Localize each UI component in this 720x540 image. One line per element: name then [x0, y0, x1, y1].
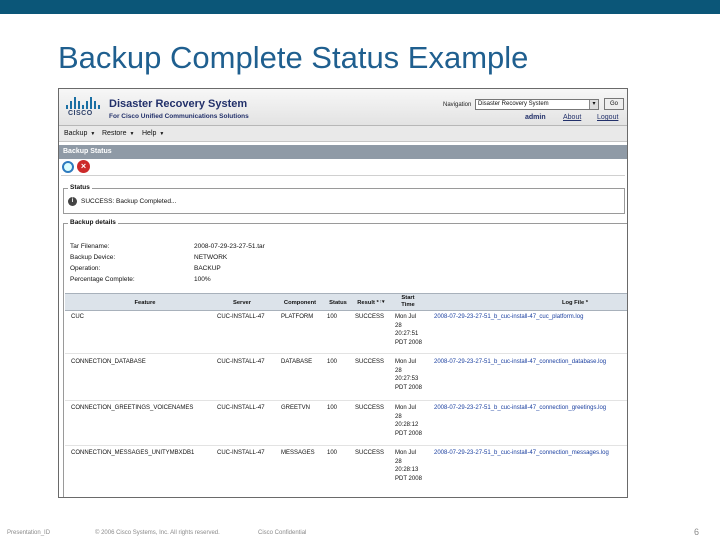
row-divider: [65, 445, 627, 446]
about-link[interactable]: About: [563, 114, 581, 121]
row-component: DATABASE: [281, 359, 313, 365]
go-button[interactable]: Go: [604, 98, 624, 110]
footer-presentation-id: Presentation_ID: [7, 530, 51, 536]
row-start-time: Mon Jul 28 20:27:53 PDT 2008: [395, 359, 422, 391]
toolbar-divider: [61, 175, 625, 176]
row-divider: [65, 400, 627, 401]
slide-title: Backup Complete Status Example: [58, 40, 529, 75]
column-server[interactable]: Server: [217, 300, 267, 306]
refresh-icon[interactable]: [62, 161, 74, 173]
row-log-file-link[interactable]: 2008-07-29-23-27-51_b_cuc-install-47_con…: [434, 405, 606, 411]
footer-copyright: © 2006 Cisco Systems, Inc. All rights re…: [95, 530, 220, 536]
page-header: Backup Status: [59, 145, 627, 159]
navigation-label: Navigation: [443, 102, 472, 108]
column-feature[interactable]: Feature: [105, 300, 185, 306]
row-result: SUCCESS: [355, 450, 385, 456]
row-result: SUCCESS: [355, 405, 385, 411]
row-log-file-link[interactable]: 2008-07-29-23-27-51_b_cuc-install-47_con…: [434, 359, 606, 365]
row-feature: CONNECTION_DATABASE: [71, 359, 146, 365]
sort-icon[interactable]: ↑▾: [377, 299, 387, 305]
tar-filename-value: 2008-07-29-23-27-51.tar: [194, 243, 265, 250]
row-divider: [65, 353, 627, 354]
backup-details-legend: Backup details: [68, 219, 118, 226]
menu-help[interactable]: Help ▼: [142, 130, 164, 137]
status-message: SUCCESS: Backup Completed...: [81, 198, 177, 205]
backup-device-label: Backup Device:: [70, 254, 116, 261]
column-status[interactable]: Status: [327, 300, 349, 306]
navigation-selected-value: Disaster Recovery System: [478, 101, 549, 107]
cisco-logo-bars: [65, 95, 101, 109]
row-start-time: Mon Jul 28 20:28:12 PDT 2008: [395, 405, 422, 437]
row-server: CUC-INSTALL-47: [217, 314, 265, 320]
status-legend: Status: [68, 184, 92, 191]
row-status: 100: [327, 450, 338, 456]
cisco-logo-text: CISCO: [68, 110, 93, 117]
app-title: Disaster Recovery System: [109, 98, 248, 110]
row-component: GREETVN: [281, 405, 311, 411]
menu-restore[interactable]: Restore ▼: [102, 130, 134, 137]
row-result: SUCCESS: [355, 359, 385, 365]
percentage-label: Percentage Complete:: [70, 276, 135, 283]
row-feature: CUC: [71, 314, 84, 320]
row-start-time: Mon Jul 28 20:27:51 PDT 2008: [395, 314, 422, 346]
row-server: CUC-INSTALL-47: [217, 405, 265, 411]
row-component: PLATFORM: [281, 314, 314, 320]
row-start-time: Mon Jul 28 20:28:13 PDT 2008: [395, 450, 422, 482]
app-screenshot: CISCO Disaster Recovery System For Cisco…: [58, 88, 628, 498]
table-header: Feature Server Component Status Result *…: [65, 293, 627, 311]
slide-top-bar: [0, 0, 720, 14]
menu-bar: Backup ▼ Restore ▼ Help ▼: [59, 126, 627, 142]
chevron-down-icon: ▼: [159, 131, 165, 137]
row-server: CUC-INSTALL-47: [217, 359, 265, 365]
operation-label: Operation:: [70, 265, 101, 272]
chevron-down-icon: ▼: [129, 131, 135, 137]
menu-backup-label: Backup: [64, 130, 88, 137]
cancel-icon[interactable]: ×: [77, 160, 90, 173]
footer-confidential: Cisco Confidential: [258, 530, 307, 536]
row-component: MESSAGES: [281, 450, 315, 456]
user-name: admin: [525, 114, 546, 121]
row-result: SUCCESS: [355, 314, 385, 320]
cisco-logo: CISCO: [65, 95, 101, 121]
menu-backup[interactable]: Backup ▼: [64, 130, 95, 137]
row-status: 100: [327, 314, 338, 320]
row-feature: CONNECTION_GREETINGS_VOICENAMES: [71, 405, 194, 411]
logout-link[interactable]: Logout: [597, 114, 618, 121]
row-log-file-link[interactable]: 2008-07-29-23-27-51_b_cuc-install-47_con…: [434, 450, 609, 456]
column-log-file[interactable]: Log File *: [545, 300, 605, 306]
navigation-select[interactable]: Disaster Recovery System ▾: [475, 99, 599, 110]
menu-help-label: Help: [142, 130, 157, 137]
tar-filename-label: Tar Filename:: [70, 243, 110, 250]
chevron-down-icon: ▼: [90, 131, 96, 137]
page-number: 6: [694, 527, 700, 537]
percentage-value: 100%: [194, 276, 211, 283]
menu-restore-label: Restore: [102, 130, 127, 137]
column-start-time[interactable]: Start Time: [395, 295, 421, 309]
info-icon: i: [68, 197, 77, 206]
row-status: 100: [327, 359, 338, 365]
row-status: 100: [327, 405, 338, 411]
app-subtitle: For Cisco Unified Communications Solutio…: [109, 113, 249, 120]
column-component[interactable]: Component: [275, 300, 325, 306]
operation-value: BACKUP: [194, 265, 221, 272]
status-fieldset: Status i SUCCESS: Backup Completed...: [63, 184, 625, 214]
row-feature: CONNECTION_MESSAGES_UNITYMBXDB1: [71, 450, 195, 456]
chevron-down-icon: ▾: [589, 100, 598, 109]
app-header: CISCO Disaster Recovery System For Cisco…: [59, 89, 627, 126]
backup-device-value: NETWORK: [194, 254, 228, 261]
row-log-file-link[interactable]: 2008-07-29-23-27-51_b_cuc-install-47_cuc…: [434, 314, 583, 320]
page-header-title: Backup Status: [63, 148, 112, 155]
row-server: CUC-INSTALL-47: [217, 450, 265, 456]
